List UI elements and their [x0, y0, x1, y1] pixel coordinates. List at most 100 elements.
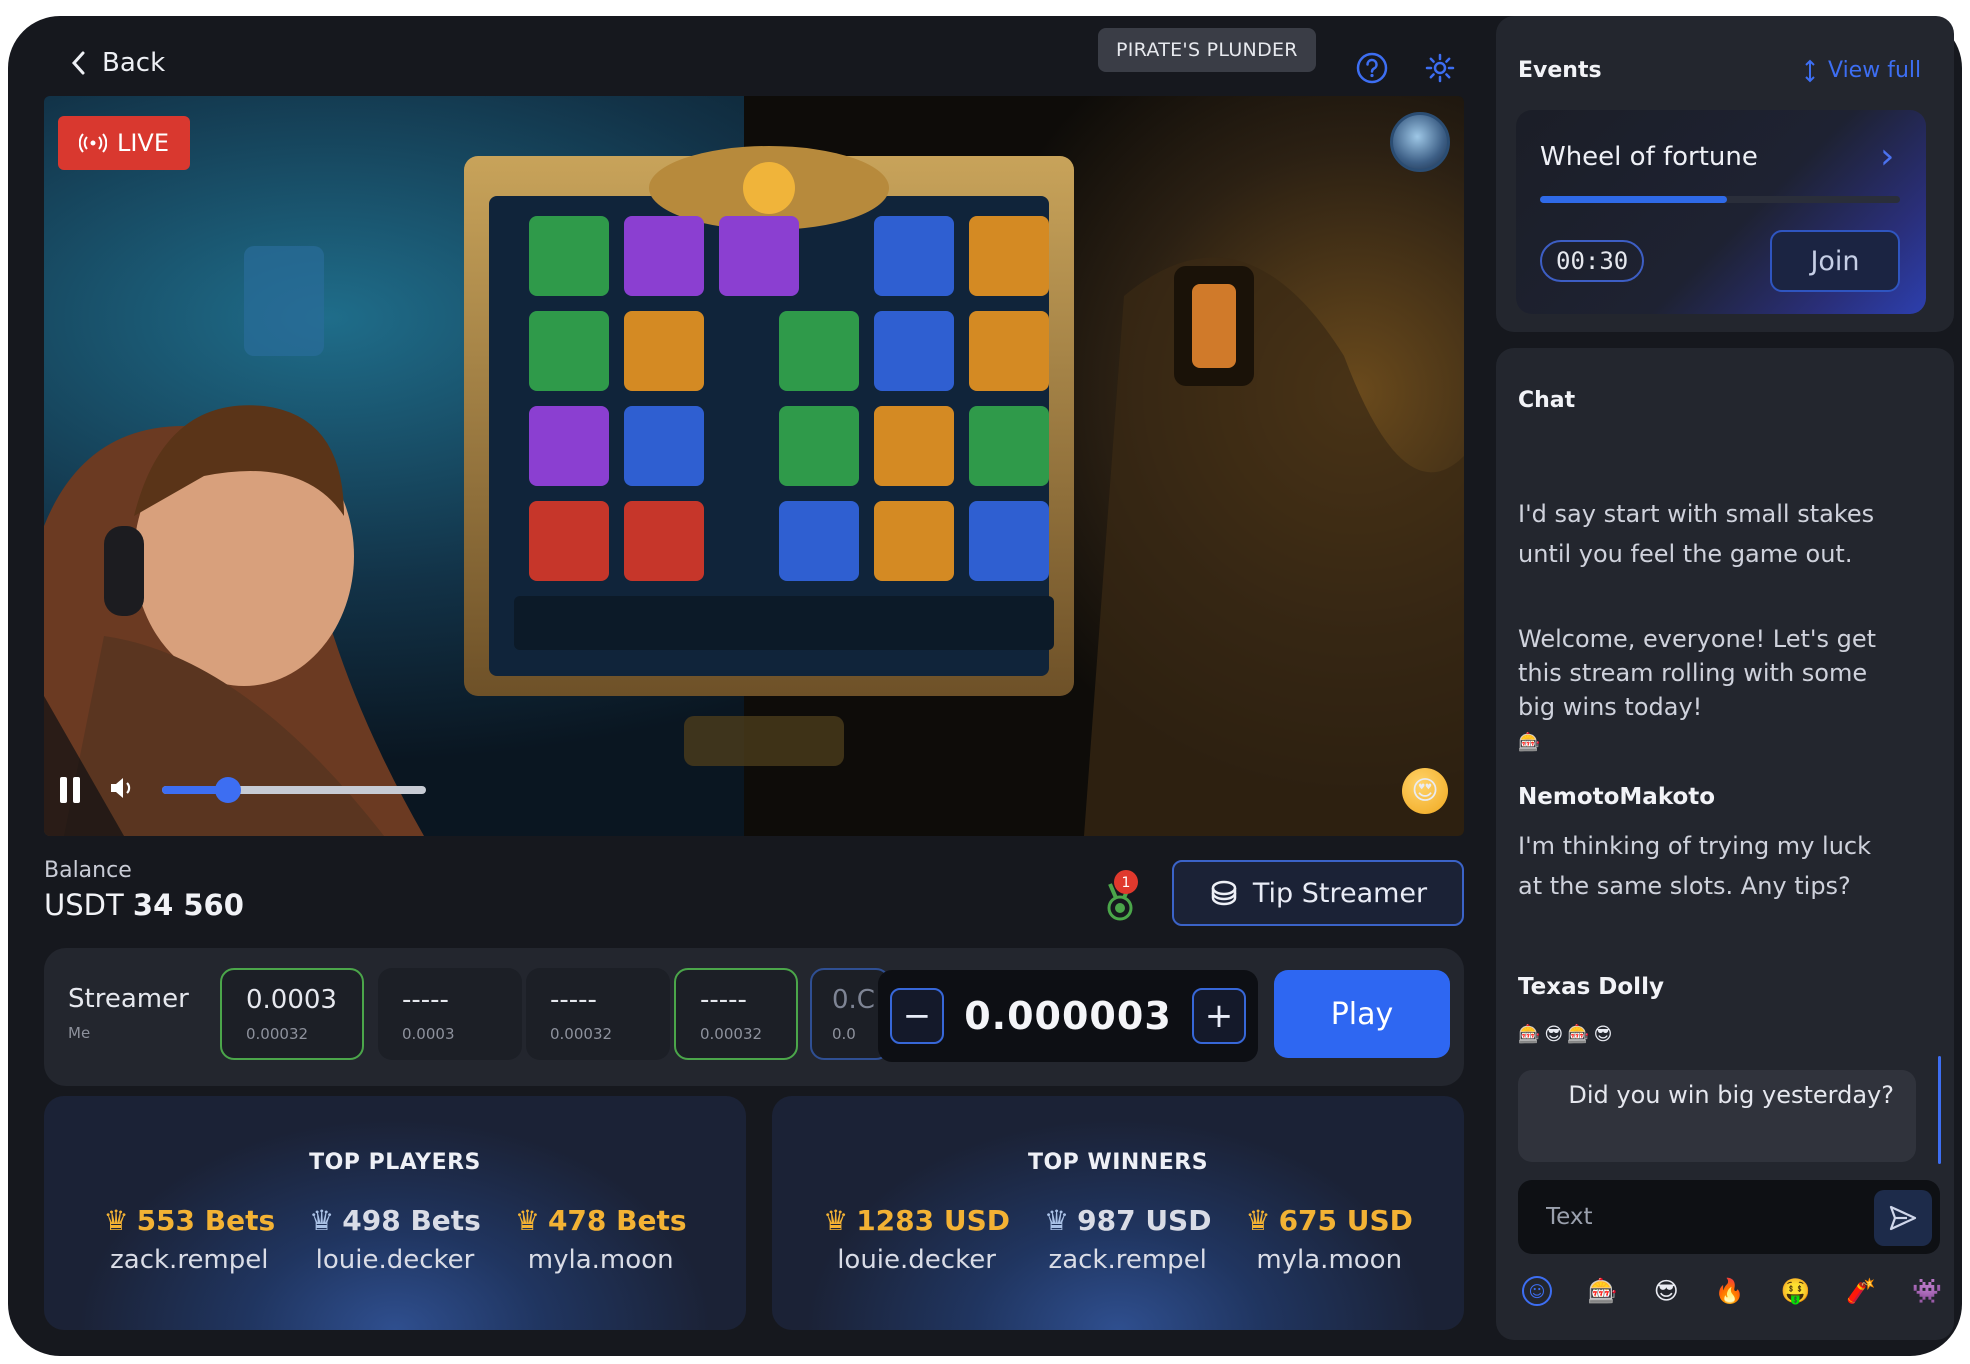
top-winners-title: TOP WINNERS — [1027, 1150, 1209, 1175]
event-progress-bar — [1540, 196, 1900, 203]
bet-amount-value: 0.000003 — [964, 994, 1172, 1038]
live-badge: LIVE — [58, 116, 190, 170]
chat-username: Texas Dolly — [1518, 974, 1664, 1000]
crown-icon: ♛ — [1245, 1204, 1271, 1237]
events-title: Events — [1518, 58, 1602, 83]
stream-video[interactable] — [44, 96, 1464, 836]
bet-chip[interactable]: ----- 0.00032 — [674, 968, 798, 1060]
speaker-icon — [111, 778, 131, 798]
top-winners-panel: TOP WINNERS ♛ 1283 USD louie.decker ♛ 987 U… — [772, 1096, 1464, 1330]
game-name-badge: PIRATE'S PLUNDER — [1098, 28, 1316, 72]
medal-count: 1 — [1122, 875, 1131, 891]
chat-message: Welcome, everyone! Let's get this stream… — [1518, 625, 1877, 721]
entry-name: myla.moon — [1256, 1245, 1403, 1275]
chip-sub: 0.00032 — [550, 1025, 613, 1043]
chip-value: ----- — [402, 985, 449, 1015]
crown-icon: ♛ — [1044, 1204, 1070, 1237]
mute-button[interactable] — [108, 776, 134, 804]
tip-streamer-button[interactable]: Tip Streamer — [1172, 860, 1464, 926]
entry-amount: 675 USD — [1278, 1204, 1413, 1237]
medal-button[interactable]: 1 — [1100, 868, 1140, 924]
settings-button[interactable] — [1420, 48, 1460, 88]
money-bag-emoji[interactable]: 👾 — [1912, 1277, 1942, 1305]
bet-amount-stepper: − 0.000003 + — [878, 970, 1258, 1062]
back-label: Back — [102, 48, 166, 78]
leaderboard-entry: ♛ 478 Bets myla.moon — [515, 1204, 687, 1275]
decrease-bet-button[interactable]: − — [890, 988, 944, 1044]
medal-icon: 1 — [1107, 870, 1138, 921]
help-button[interactable] — [1352, 48, 1392, 88]
play-button[interactable]: Play — [1274, 970, 1450, 1058]
chat-message-emoji: 🎰😎🎰😎 — [1518, 1024, 1617, 1045]
chevron-right-icon[interactable]: › — [1880, 136, 1894, 177]
crown-icon: ♛ — [823, 1204, 849, 1237]
entry-name: louie.decker — [315, 1245, 475, 1275]
slot-machine-emoji[interactable]: 🎰 — [1588, 1277, 1618, 1305]
entry-amount: 498 Bets — [342, 1204, 481, 1237]
view-full-label: View full — [1828, 58, 1922, 83]
chevron-left-icon — [71, 51, 85, 75]
own-chat-message: Did you win big yesterday? — [1518, 1070, 1916, 1162]
chip-value: 0.0003 — [246, 985, 337, 1015]
bet-chip[interactable]: ----- 0.0003 — [378, 968, 522, 1060]
stream-scene-image — [44, 96, 1464, 836]
streamer-avatar[interactable] — [1390, 112, 1450, 172]
chat-message-emoji: 🎰 — [1518, 732, 1545, 753]
entry-amount: 478 Bets — [547, 1204, 687, 1237]
player-controls — [60, 770, 426, 810]
back-button[interactable]: Back — [70, 48, 165, 78]
firecracker-emoji[interactable]: 🧨 — [1846, 1277, 1876, 1305]
top-players-panel: TOP PLAYERS ♛ 553 Bets zack.rempel ♛ 498 Be… — [44, 1096, 746, 1330]
bet-chip[interactable]: ----- 0.00032 — [526, 968, 670, 1060]
chip-sub: 0.00032 — [246, 1025, 309, 1043]
fire-emoji[interactable]: 🔥 — [1715, 1277, 1745, 1305]
bet-target-sublabel: Me — [68, 1024, 91, 1042]
leaderboard-entry: ♛ 675 USD myla.moon — [1245, 1204, 1412, 1275]
increase-bet-button[interactable]: + — [1192, 988, 1246, 1044]
chip-sub: 0.0003 — [402, 1025, 455, 1043]
bet-chip[interactable]: 0.0003 0.00032 — [220, 968, 364, 1060]
entry-amount: 1283 USD — [856, 1204, 1011, 1237]
emoji-bar: ☺ 🎰 😎 🔥 🤑 🧨 👾 — [1522, 1276, 1942, 1306]
leaderboard-entry: ♛ 553 Bets zack.rempel — [103, 1204, 275, 1275]
sunglasses-emoji[interactable]: 😎 — [1654, 1277, 1679, 1305]
broadcast-icon — [78, 133, 107, 153]
event-progress-fill — [1540, 196, 1728, 203]
crown-icon: ♛ — [514, 1204, 540, 1237]
heart-eyes-icon: 😍 — [1411, 776, 1439, 806]
chat-input[interactable] — [1546, 1204, 1846, 1230]
view-full-link[interactable]: View full — [1804, 58, 1921, 83]
expand-vertical-icon — [1805, 59, 1815, 82]
crown-icon: ♛ — [309, 1204, 335, 1237]
join-event-button[interactable]: Join — [1770, 230, 1900, 292]
send-icon — [1889, 1205, 1917, 1231]
top-players-title: TOP PLAYERS — [309, 1150, 481, 1175]
chip-sub: 0.00032 — [700, 1025, 763, 1043]
balance-currency: USDT — [44, 888, 124, 922]
pause-icon — [60, 777, 80, 803]
crown-icon: ♛ — [103, 1204, 129, 1237]
volume-knob[interactable] — [215, 777, 241, 803]
volume-slider[interactable] — [162, 777, 426, 803]
reaction-emoji-button[interactable]: 😍 — [1402, 768, 1448, 814]
send-button[interactable] — [1874, 1190, 1932, 1246]
chat-scrollbar[interactable] — [1938, 1056, 1941, 1164]
chip-value: ----- — [700, 985, 747, 1015]
pause-button[interactable] — [60, 777, 80, 803]
entry-name: zack.rempel — [1048, 1245, 1207, 1275]
smiley-icon[interactable]: ☺ — [1522, 1276, 1552, 1306]
question-icon — [1356, 52, 1388, 84]
leaderboard-entry: ♛ 1283 USD louie.decker — [823, 1204, 1010, 1275]
entry-amount: 987 USD — [1077, 1204, 1212, 1237]
live-label: LIVE — [116, 129, 170, 157]
entry-name: myla.moon — [527, 1245, 674, 1275]
balance-amount: 34 560 — [132, 888, 244, 922]
entry-amount: 553 Bets — [136, 1204, 276, 1237]
money-face-emoji[interactable]: 🤑 — [1780, 1277, 1810, 1305]
chat-username: NemotoMakoto — [1518, 784, 1716, 810]
event-timer: 00:30 — [1540, 240, 1645, 282]
coins-icon — [1211, 880, 1237, 906]
entry-name: zack.rempel — [110, 1245, 269, 1275]
chip-value: ----- — [550, 985, 597, 1015]
chat-title: Chat — [1518, 388, 1576, 413]
